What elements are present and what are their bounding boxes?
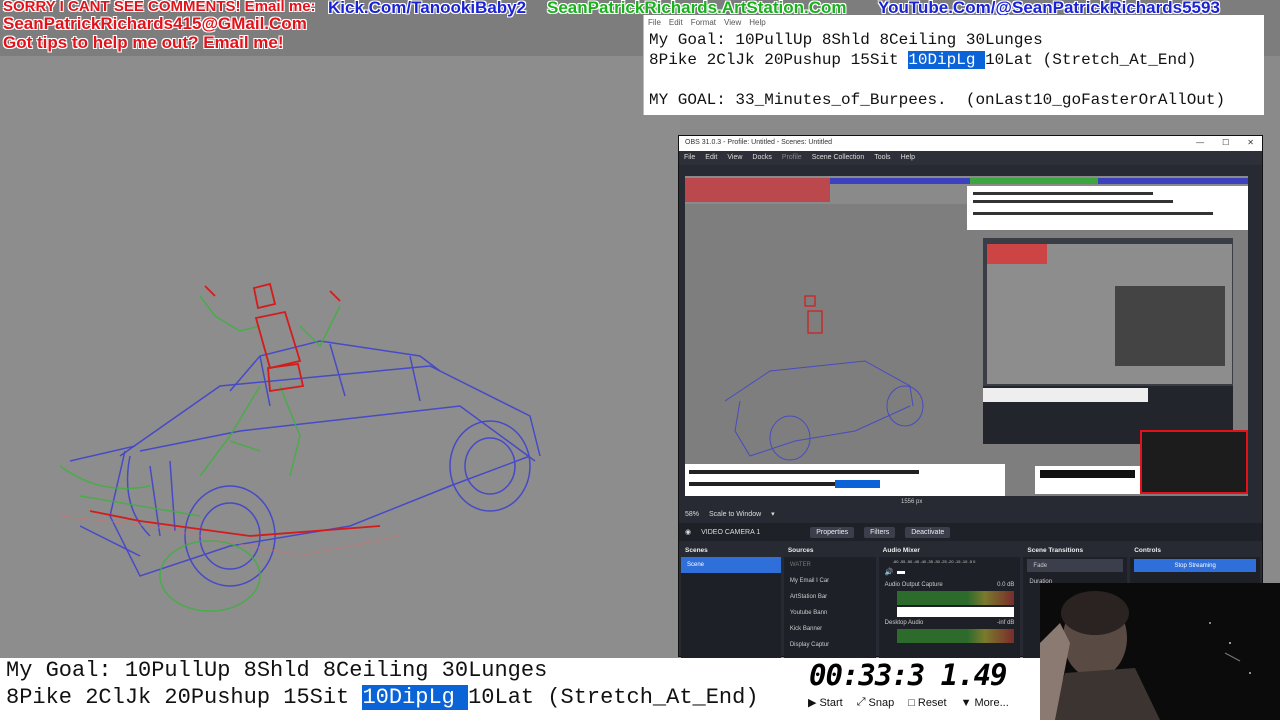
notepad-line2-start: 8Pike 2ClJk 20Pushup 15Sit — [649, 51, 909, 69]
obs-source-toolbar: 58% Scale to Window ▾ — [679, 507, 1262, 521]
notepad-menu-edit[interactable]: Edit — [669, 18, 683, 27]
obs-source-controls: ◉ VIDEO CAMERA 1 Properties Filters Deac… — [679, 523, 1262, 541]
stopwatch-controls: ▶ Start ⤢ Snap □ Reset ▼ More... — [806, 696, 1009, 709]
notepad-menu-format[interactable]: Format — [691, 18, 716, 27]
stop-streaming-button[interactable]: Stop Streaming — [1134, 559, 1256, 572]
email-address: SeanPatrickRichards415@GMail.Com — [3, 14, 307, 33]
obs-menu-scene-collection[interactable]: Scene Collection — [812, 154, 865, 162]
selected-source-name: VIDEO CAMERA 1 — [701, 528, 761, 536]
notepad-highlighted-exercise: 10DipLg — [908, 51, 986, 69]
goal-highlighted-exercise: 10DipLg — [362, 685, 469, 710]
notepad-window[interactable]: File Edit Format View Help My Goal: 10Pu… — [643, 15, 1264, 115]
scene-item[interactable]: Scene — [681, 557, 781, 573]
scenes-dock: Scenes Scene — [681, 544, 781, 658]
notepad-menu-view[interactable]: View — [724, 18, 741, 27]
car-sketch-drawing — [59, 282, 541, 612]
drawing-canvas[interactable] — [0, 56, 680, 658]
obs-menu-view[interactable]: View — [727, 154, 742, 162]
obs-title: OBS 31.0.3 - Profile: Untitled - Scenes:… — [685, 139, 833, 146]
reset-label: Reset — [917, 696, 947, 709]
goal-line-1: My Goal: 10PullUp 8Shld 8Ceiling 30Lunge… — [6, 658, 548, 683]
more-label: More... — [974, 696, 1009, 709]
transition-select[interactable]: Fade — [1027, 559, 1124, 572]
deactivate-button[interactable]: Deactivate — [905, 526, 951, 538]
audio-mixer-title: Audio Mixer — [878, 544, 1021, 557]
source-item[interactable]: Youtube Bann — [784, 605, 876, 621]
obs-menu-tools[interactable]: Tools — [874, 154, 890, 162]
obs-menu-file[interactable]: File — [684, 154, 695, 162]
sources-dock-title: Sources — [783, 544, 876, 557]
obs-preview[interactable] — [685, 176, 1248, 496]
volume-icon[interactable]: 🔊 — [885, 568, 894, 576]
maximize-icon[interactable]: ☐ — [1222, 138, 1229, 147]
tips-notice: Got tips to help me out? Email me! — [3, 33, 284, 52]
minimize-icon[interactable]: — — [1196, 138, 1204, 147]
obs-window[interactable]: OBS 31.0.3 - Profile: Untitled - Scenes:… — [678, 135, 1263, 658]
notepad-goal-line-1: My Goal: 10PullUp 8Shld 8Ceiling 30Lunge… — [649, 31, 1043, 49]
kick-link[interactable]: Kick.Com/TanookiBaby2 — [328, 0, 526, 18]
notepad-line2-end: 10Lat (Stretch_At_End) — [985, 51, 1197, 69]
notepad-menu-file[interactable]: File — [648, 18, 661, 27]
zoom-label: 58% — [685, 510, 700, 518]
goal-line2-start: 8Pike 2ClJk 20Pushup 15Sit — [6, 685, 363, 710]
start-label: Start — [819, 696, 843, 709]
obs-menu-help[interactable]: Help — [901, 154, 915, 162]
audio-meter — [896, 591, 1015, 605]
reset-button[interactable]: □ Reset — [908, 696, 946, 709]
source-item[interactable]: My Email I Car — [784, 573, 876, 589]
stopwatch-time: 00:33:3 1.49 — [809, 658, 1008, 692]
obs-menu-docks[interactable]: Docks — [752, 154, 771, 162]
sorry-notice: SORRY I CANT SEE COMMENTS! Email me: — [3, 0, 316, 15]
notepad-menu-help[interactable]: Help — [749, 18, 765, 27]
notepad-goal-line-2: 8Pike 2ClJk 20Pushup 15Sit 10DipLg 10Lat… — [649, 51, 1196, 69]
source-item[interactable]: WATER — [784, 557, 876, 573]
audio-meter — [896, 629, 1015, 643]
webcam-image — [1040, 583, 1280, 720]
notepad-menubar: File Edit Format View Help — [644, 15, 1264, 29]
stopwatch: 00:33:3 1.49 ▶ Start ⤢ Snap □ Reset ▼ More..… — [806, 658, 1040, 720]
audio-channel-name: Desktop Audio — [884, 620, 924, 626]
source-item[interactable]: Kick Banner — [784, 621, 876, 637]
obs-menu-profile[interactable]: Profile — [782, 154, 802, 162]
snap-button[interactable]: ⤢ Snap — [857, 696, 895, 709]
audio-channel-level: 0.0 dB — [997, 582, 1015, 588]
nested-preview-image — [685, 176, 1248, 496]
obs-titlebar: OBS 31.0.3 - Profile: Untitled - Scenes:… — [679, 136, 1262, 151]
properties-button[interactable]: Properties — [810, 526, 855, 538]
webcam-feed — [1040, 583, 1280, 720]
obs-menubar: File Edit View Docks Profile Scene Colle… — [679, 151, 1262, 165]
audio-scale: -60 -55 -50 -45 -40 -35 -30 -25 -20 -15 … — [892, 558, 976, 564]
source-item[interactable]: Display Captur — [784, 637, 876, 653]
reset-icon: □ — [908, 696, 915, 709]
filters-button[interactable]: Filters — [864, 526, 896, 538]
audio-fader[interactable] — [896, 607, 1015, 617]
sources-dock: Sources WATER My Email I Car ArtStation … — [783, 544, 876, 658]
preview-size-label: 1556 px — [901, 499, 923, 505]
notepad-goal-line-3: MY GOAL: 33_Minutes_of_Burpees. (onLast1… — [649, 91, 1226, 109]
transitions-title: Scene Transitions — [1023, 544, 1128, 557]
close-icon[interactable]: ✕ — [1247, 138, 1254, 147]
goal-line2-end: 10Lat (Stretch_At_End) — [468, 685, 759, 710]
goal-line-2: 8Pike 2ClJk 20Pushup 15Sit 10DipLg 10Lat… — [6, 685, 759, 710]
audio-channel-level: -inf dB — [997, 620, 1015, 626]
controls-title: Controls — [1130, 544, 1260, 557]
play-icon: ▶ — [808, 697, 817, 709]
scale-dropdown[interactable]: Scale to Window — [709, 511, 761, 518]
bottom-goal-banner: My Goal: 10PullUp 8Shld 8Ceiling 30Lunge… — [0, 658, 810, 720]
audio-mixer-dock: Audio Mixer -60 -55 -50 -45 -40 -35 -30 … — [878, 544, 1021, 658]
camera-icon: ◉ — [685, 529, 692, 536]
audio-channel-name: Audio Output Capture — [884, 582, 943, 588]
source-item[interactable]: ArtStation Bar — [784, 589, 876, 605]
chevron-down-icon: ▼ — [960, 696, 972, 709]
start-button[interactable]: ▶ Start — [808, 696, 843, 710]
more-button[interactable]: ▼ More... — [961, 696, 1009, 709]
snap-label: Snap — [868, 696, 895, 709]
scenes-dock-title: Scenes — [681, 544, 781, 557]
snap-icon: ⤢ — [856, 696, 866, 708]
obs-menu-edit[interactable]: Edit — [705, 154, 717, 162]
chevron-down-icon[interactable]: ▾ — [771, 510, 775, 518]
volume-slider[interactable] — [897, 570, 906, 574]
